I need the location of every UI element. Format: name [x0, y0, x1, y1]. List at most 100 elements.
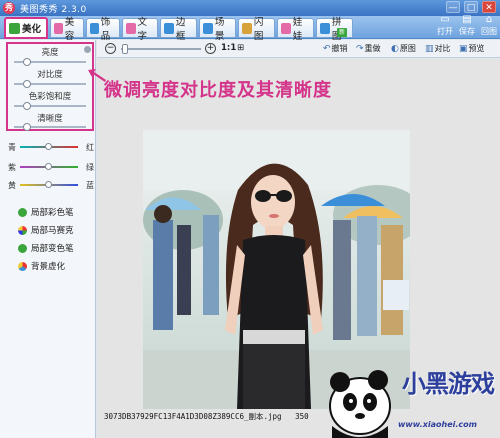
- annotation-text: 微调亮度对比度及其清晰度: [104, 80, 332, 101]
- tab-label: 美容: [64, 17, 75, 42]
- actual-size-button[interactable]: 1:1: [221, 43, 236, 53]
- contrast-knob[interactable]: [22, 80, 31, 88]
- tab-label: 美化: [22, 24, 42, 35]
- redo-icon: ↷: [356, 43, 364, 54]
- tab-beauty[interactable]: 美容: [50, 17, 84, 42]
- open-button[interactable]: ▭ 打开: [436, 15, 454, 37]
- original-button[interactable]: ◐ 原图: [391, 43, 416, 54]
- zoom-out-button[interactable]: −: [105, 43, 116, 54]
- cyan-red-slider[interactable]: 青 红: [8, 142, 94, 152]
- blue-label: 蓝: [86, 181, 94, 190]
- zoom-in-button[interactable]: +: [205, 43, 216, 54]
- frame-icon: [164, 22, 174, 34]
- home-label: 回图: [481, 27, 497, 36]
- maximize-button[interactable]: □: [464, 1, 478, 13]
- undo-label: 撤销: [331, 44, 348, 53]
- yellow-blue-knob[interactable]: [45, 181, 52, 188]
- green-label: 绿: [86, 163, 94, 172]
- ornament-icon: [90, 22, 99, 34]
- new-badge: 新: [337, 28, 347, 37]
- zoom-slider[interactable]: [121, 48, 201, 50]
- tab-label: 娃娃: [292, 17, 303, 42]
- compare-button[interactable]: ▥ 对比: [425, 43, 451, 54]
- open-label: 打开: [437, 27, 453, 36]
- preview-icon: ▣: [459, 43, 468, 54]
- mosaic-icon: [18, 225, 27, 235]
- cyan-label: 青: [8, 143, 16, 152]
- watermark-title: 小黑游戏: [402, 370, 495, 398]
- top-actions: ▭ 打开 ▤ 保存 ⌂ 回图: [436, 15, 498, 37]
- tab-label: 场景: [214, 17, 225, 42]
- purple-green-knob[interactable]: [45, 163, 52, 170]
- redo-button[interactable]: ↷ 重做: [356, 43, 381, 54]
- home-button[interactable]: ⌂ 回图: [480, 15, 498, 37]
- tool-label: 局部彩色笔: [31, 208, 74, 218]
- compare-label: 对比: [434, 44, 451, 53]
- tab-beautify[interactable]: 美化: [4, 17, 48, 39]
- saturation-label: 色彩饱和度: [28, 92, 72, 102]
- purple-label: 紫: [8, 163, 16, 172]
- zoom-knob[interactable]: [122, 44, 128, 54]
- purple-green-slider[interactable]: 紫 绿: [8, 162, 94, 172]
- tab-label: 闪图: [253, 17, 264, 42]
- tab-scene[interactable]: 场景: [199, 17, 236, 42]
- brightness-label: 亮度: [41, 48, 59, 58]
- sharpness-knob[interactable]: [22, 123, 31, 131]
- tool-label: 局部变色笔: [31, 244, 74, 254]
- tab-flash[interactable]: 闪图: [238, 17, 275, 42]
- tab-frame[interactable]: 边框: [160, 17, 197, 42]
- doll-icon: [281, 22, 291, 34]
- sharpness-label: 清晰度: [37, 114, 63, 124]
- tab-label: 饰品: [100, 17, 111, 42]
- app-logo-icon: 秀: [3, 2, 15, 14]
- color-brush-icon: [18, 207, 27, 217]
- minimize-button[interactable]: —: [446, 1, 460, 13]
- tool-label: 局部马赛克: [31, 226, 74, 236]
- tool-color-brush[interactable]: 局部彩色笔: [18, 206, 74, 218]
- save-label: 保存: [459, 27, 475, 36]
- tab-label: 文字: [137, 17, 148, 42]
- tab-label: 边框: [175, 17, 186, 42]
- tool-mosaic[interactable]: 局部马赛克: [18, 224, 74, 236]
- tab-doll[interactable]: 娃娃: [277, 17, 314, 42]
- saturation-knob[interactable]: [22, 102, 31, 110]
- left-panel: 亮度 对比度 色彩饱和度 清晰度 青 红 紫 绿 黄 蓝 局部彩色笔 局部马赛克: [0, 40, 96, 438]
- cyan-red-knob[interactable]: [45, 143, 52, 150]
- blur-icon: [18, 261, 27, 271]
- tool-background-blur[interactable]: 背景虚化: [18, 260, 65, 272]
- puzzle-icon: [320, 22, 330, 34]
- undo-button[interactable]: ↶ 撤销: [323, 43, 348, 54]
- folder-icon: ▭: [440, 14, 450, 25]
- recolor-brush-icon: [18, 243, 27, 253]
- yellow-label: 黄: [8, 181, 16, 190]
- compare-icon: ▥: [425, 43, 434, 54]
- red-label: 红: [86, 143, 94, 152]
- save-icon: ▤: [462, 14, 472, 25]
- home-icon: ⌂: [485, 14, 493, 25]
- close-button[interactable]: ✕: [482, 1, 496, 13]
- watermark: 小黑游戏 www.xiaohei.com: [312, 356, 500, 438]
- original-icon: ◐: [391, 43, 399, 54]
- face-icon: [54, 22, 63, 34]
- app-title: 美图秀秀 2.3.0: [20, 4, 87, 15]
- preview-button[interactable]: ▣ 预览: [459, 43, 485, 54]
- window-controls: — □ ✕: [446, 1, 496, 13]
- fit-window-button[interactable]: ⊞: [237, 43, 244, 53]
- watermark-url: www.xiaohei.com: [398, 420, 477, 429]
- scene-icon: [203, 22, 213, 34]
- tab-ornaments[interactable]: 饰品: [86, 17, 120, 42]
- tab-text[interactable]: 文字: [122, 17, 158, 42]
- undo-icon: ↶: [323, 43, 331, 54]
- yellow-blue-slider[interactable]: 黄 蓝: [8, 180, 94, 190]
- tool-label: 背景虚化: [31, 262, 66, 272]
- panda-logo-icon: [329, 370, 391, 438]
- brightness-knob[interactable]: [22, 58, 31, 66]
- save-button[interactable]: ▤ 保存: [458, 15, 476, 37]
- tool-recolor-brush[interactable]: 局部变色笔: [18, 242, 74, 254]
- text-icon: [126, 22, 136, 34]
- palette-icon: [9, 22, 20, 34]
- contrast-label: 对比度: [37, 70, 63, 80]
- preview-label: 预览: [468, 44, 485, 53]
- adjustment-box: 亮度 对比度 色彩饱和度 清晰度: [6, 42, 94, 131]
- tab-puzzle[interactable]: 拼图: [316, 17, 353, 42]
